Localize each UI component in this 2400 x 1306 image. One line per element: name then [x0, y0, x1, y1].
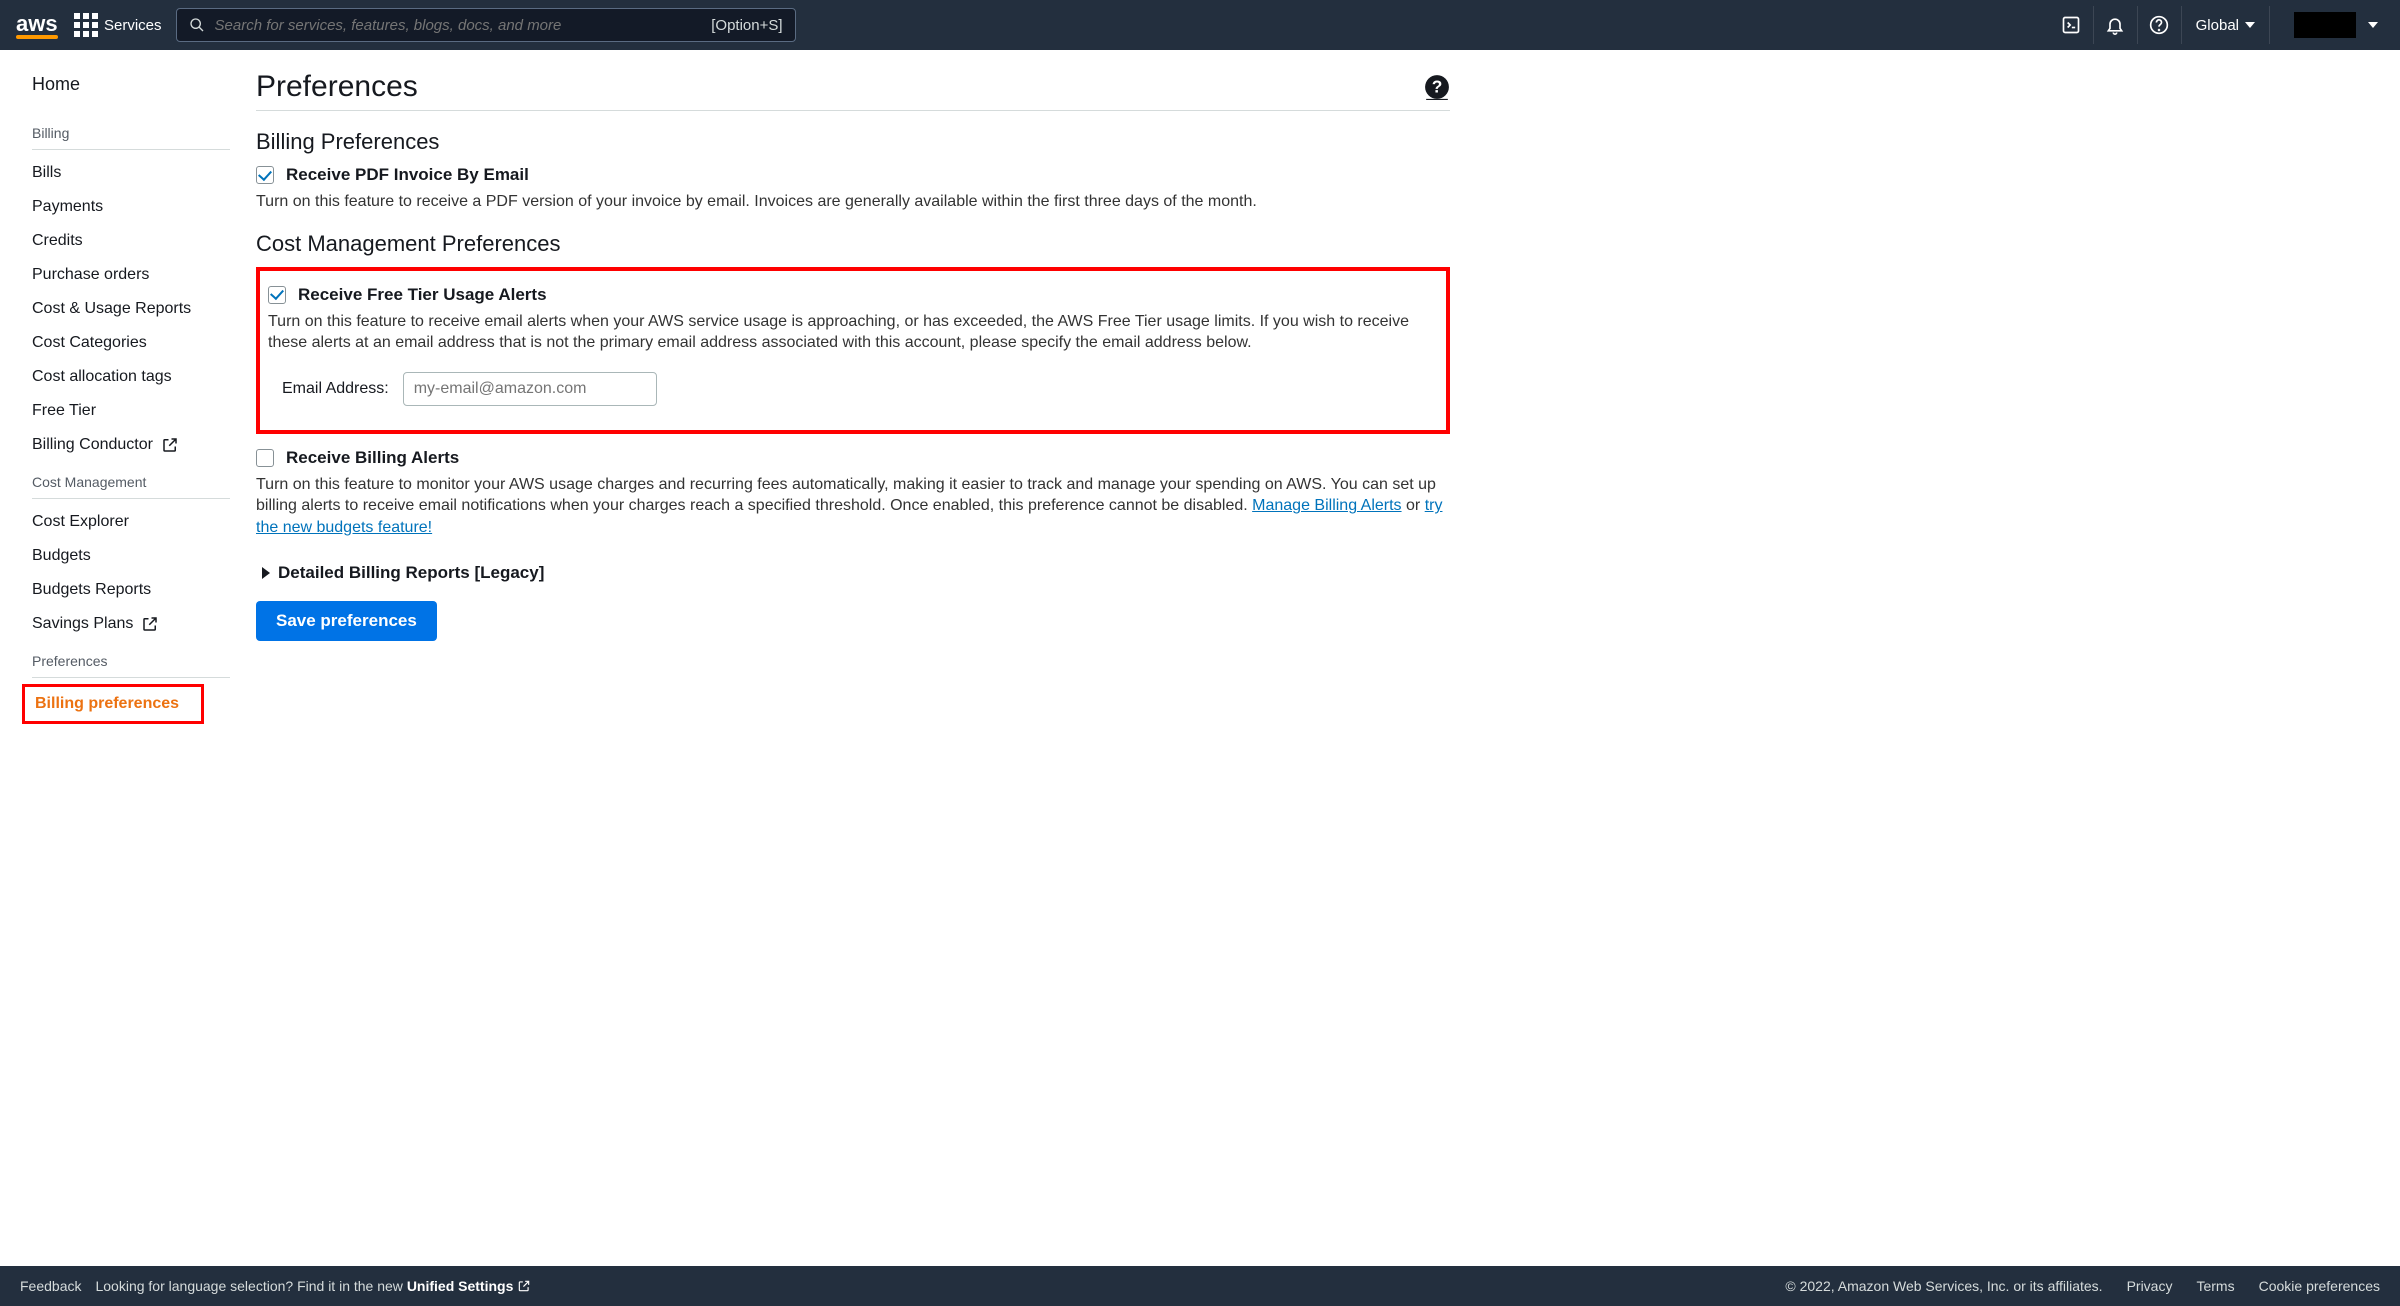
or-text: or [1402, 497, 1425, 514]
email-input[interactable] [403, 372, 657, 406]
sidebar-item-billing-conductor[interactable]: Billing Conductor [0, 428, 250, 462]
billing-preferences-heading: Billing Preferences [256, 129, 1450, 155]
pdf-invoice-description: Turn on this feature to receive a PDF ve… [256, 191, 1450, 213]
free-tier-label: Receive Free Tier Usage Alerts [298, 285, 547, 305]
region-label: Global [2196, 17, 2239, 34]
sidebar-item-free-tier[interactable]: Free Tier [0, 394, 250, 428]
terms-link[interactable]: Terms [2196, 1278, 2234, 1294]
detailed-billing-expander[interactable]: Detailed Billing Reports [Legacy] [262, 563, 1450, 583]
annotation-highlight: Billing preferences [22, 684, 204, 724]
billing-alerts-checkbox[interactable] [256, 449, 274, 467]
free-tier-description: Turn on this feature to receive email al… [268, 311, 1432, 354]
account-id-redacted [2294, 12, 2356, 38]
cost-management-heading: Cost Management Preferences [256, 231, 1450, 257]
external-link-icon [161, 436, 179, 454]
sidebar-home[interactable]: Home [0, 70, 250, 113]
annotation-highlight: Receive Free Tier Usage Alerts Turn on t… [256, 267, 1450, 434]
unified-settings-link[interactable]: Unified Settings [407, 1278, 532, 1294]
search-icon [189, 17, 205, 33]
billing-alerts-label: Receive Billing Alerts [286, 448, 459, 468]
sidebar-item-credits[interactable]: Credits [0, 224, 250, 258]
sidebar-item-payments[interactable]: Payments [0, 190, 250, 224]
search-input[interactable] [215, 17, 702, 34]
sidebar-item-cost-explorer[interactable]: Cost Explorer [0, 505, 250, 539]
external-link-icon [141, 615, 159, 633]
notifications-button[interactable] [2093, 6, 2137, 44]
manage-billing-alerts-link[interactable]: Manage Billing Alerts [1252, 497, 1401, 514]
services-grid-icon [74, 13, 98, 37]
footer: Feedback Looking for language selection?… [0, 1266, 2400, 1306]
cloudshell-icon [2061, 15, 2081, 35]
sidebar-item-cost-categories[interactable]: Cost Categories [0, 326, 250, 360]
email-label: Email Address: [282, 380, 389, 398]
free-tier-checkbox[interactable] [268, 286, 286, 304]
divider [32, 677, 230, 678]
page-title: Preferences [256, 70, 418, 104]
svg-text:?: ? [1432, 76, 1443, 96]
help-icon: ? [1424, 74, 1450, 100]
search-shortcut: [Option+S] [711, 17, 782, 34]
page-body: Home Billing Bills Payments Credits Purc… [0, 50, 2400, 1266]
triangle-right-icon [262, 567, 270, 579]
external-link-icon [517, 1279, 531, 1293]
footer-right: © 2022, Amazon Web Services, Inc. or its… [1785, 1278, 2380, 1294]
sidebar-item-purchase-orders[interactable]: Purchase orders [0, 258, 250, 292]
pref-free-tier-alerts: Receive Free Tier Usage Alerts Turn on t… [268, 285, 1432, 406]
sidebar-item-cost-usage-reports[interactable]: Cost & Usage Reports [0, 292, 250, 326]
divider [32, 149, 230, 150]
sidebar-section-cost-management: Cost Management [0, 468, 250, 494]
sidebar-item-label: Savings Plans [32, 615, 133, 633]
help-icon [2149, 15, 2169, 35]
region-selector[interactable]: Global [2181, 6, 2269, 44]
main-content: Preferences ? Billing Preferences Receiv… [250, 50, 1470, 1266]
privacy-link[interactable]: Privacy [2127, 1278, 2173, 1294]
unified-settings-label: Unified Settings [407, 1278, 514, 1294]
chevron-down-icon [2368, 20, 2378, 30]
sidebar-item-label: Billing Conductor [32, 436, 153, 454]
footer-lang-text: Looking for language selection? Find it … [95, 1278, 531, 1294]
top-nav: aws Services [Option+S] Global [0, 0, 2400, 50]
pdf-invoice-label: Receive PDF Invoice By Email [286, 165, 529, 185]
sidebar-section-billing: Billing [0, 119, 250, 145]
aws-logo[interactable]: aws [16, 11, 60, 39]
cookie-preferences-link[interactable]: Cookie preferences [2259, 1278, 2380, 1294]
divider [32, 498, 230, 499]
help-button[interactable] [2137, 6, 2181, 44]
page-help-button[interactable]: ? [1424, 74, 1450, 100]
services-label: Services [104, 17, 162, 34]
footer-lang-prompt: Looking for language selection? Find it … [95, 1278, 406, 1294]
services-button[interactable]: Services [74, 13, 162, 37]
email-row: Email Address: [282, 372, 1432, 406]
account-menu[interactable] [2269, 6, 2384, 44]
detailed-billing-label: Detailed Billing Reports [Legacy] [278, 563, 544, 583]
page-title-row: Preferences ? [256, 70, 1450, 111]
chevron-down-icon [2245, 20, 2255, 30]
pref-pdf-invoice: Receive PDF Invoice By Email Turn on thi… [256, 165, 1450, 213]
sidebar-item-budgets-reports[interactable]: Budgets Reports [0, 573, 250, 607]
sidebar-item-savings-plans[interactable]: Savings Plans [0, 607, 250, 641]
sidebar-item-bills[interactable]: Bills [0, 156, 250, 190]
feedback-link[interactable]: Feedback [20, 1278, 81, 1294]
pref-billing-alerts: Receive Billing Alerts Turn on this feat… [256, 448, 1450, 539]
pdf-invoice-checkbox[interactable] [256, 166, 274, 184]
save-preferences-button[interactable]: Save preferences [256, 601, 437, 641]
sidebar-item-budgets[interactable]: Budgets [0, 539, 250, 573]
sidebar-item-cost-allocation-tags[interactable]: Cost allocation tags [0, 360, 250, 394]
cloudshell-button[interactable] [2049, 6, 2093, 44]
topnav-right: Global [2049, 6, 2384, 44]
billing-alerts-description: Turn on this feature to monitor your AWS… [256, 474, 1450, 539]
copyright-text: © 2022, Amazon Web Services, Inc. or its… [1785, 1278, 2102, 1294]
bell-icon [2105, 15, 2125, 35]
search-bar[interactable]: [Option+S] [176, 8, 796, 42]
sidebar: Home Billing Bills Payments Credits Purc… [0, 50, 250, 1266]
sidebar-section-preferences: Preferences [0, 647, 250, 673]
sidebar-item-billing-preferences[interactable]: Billing preferences [25, 693, 201, 715]
